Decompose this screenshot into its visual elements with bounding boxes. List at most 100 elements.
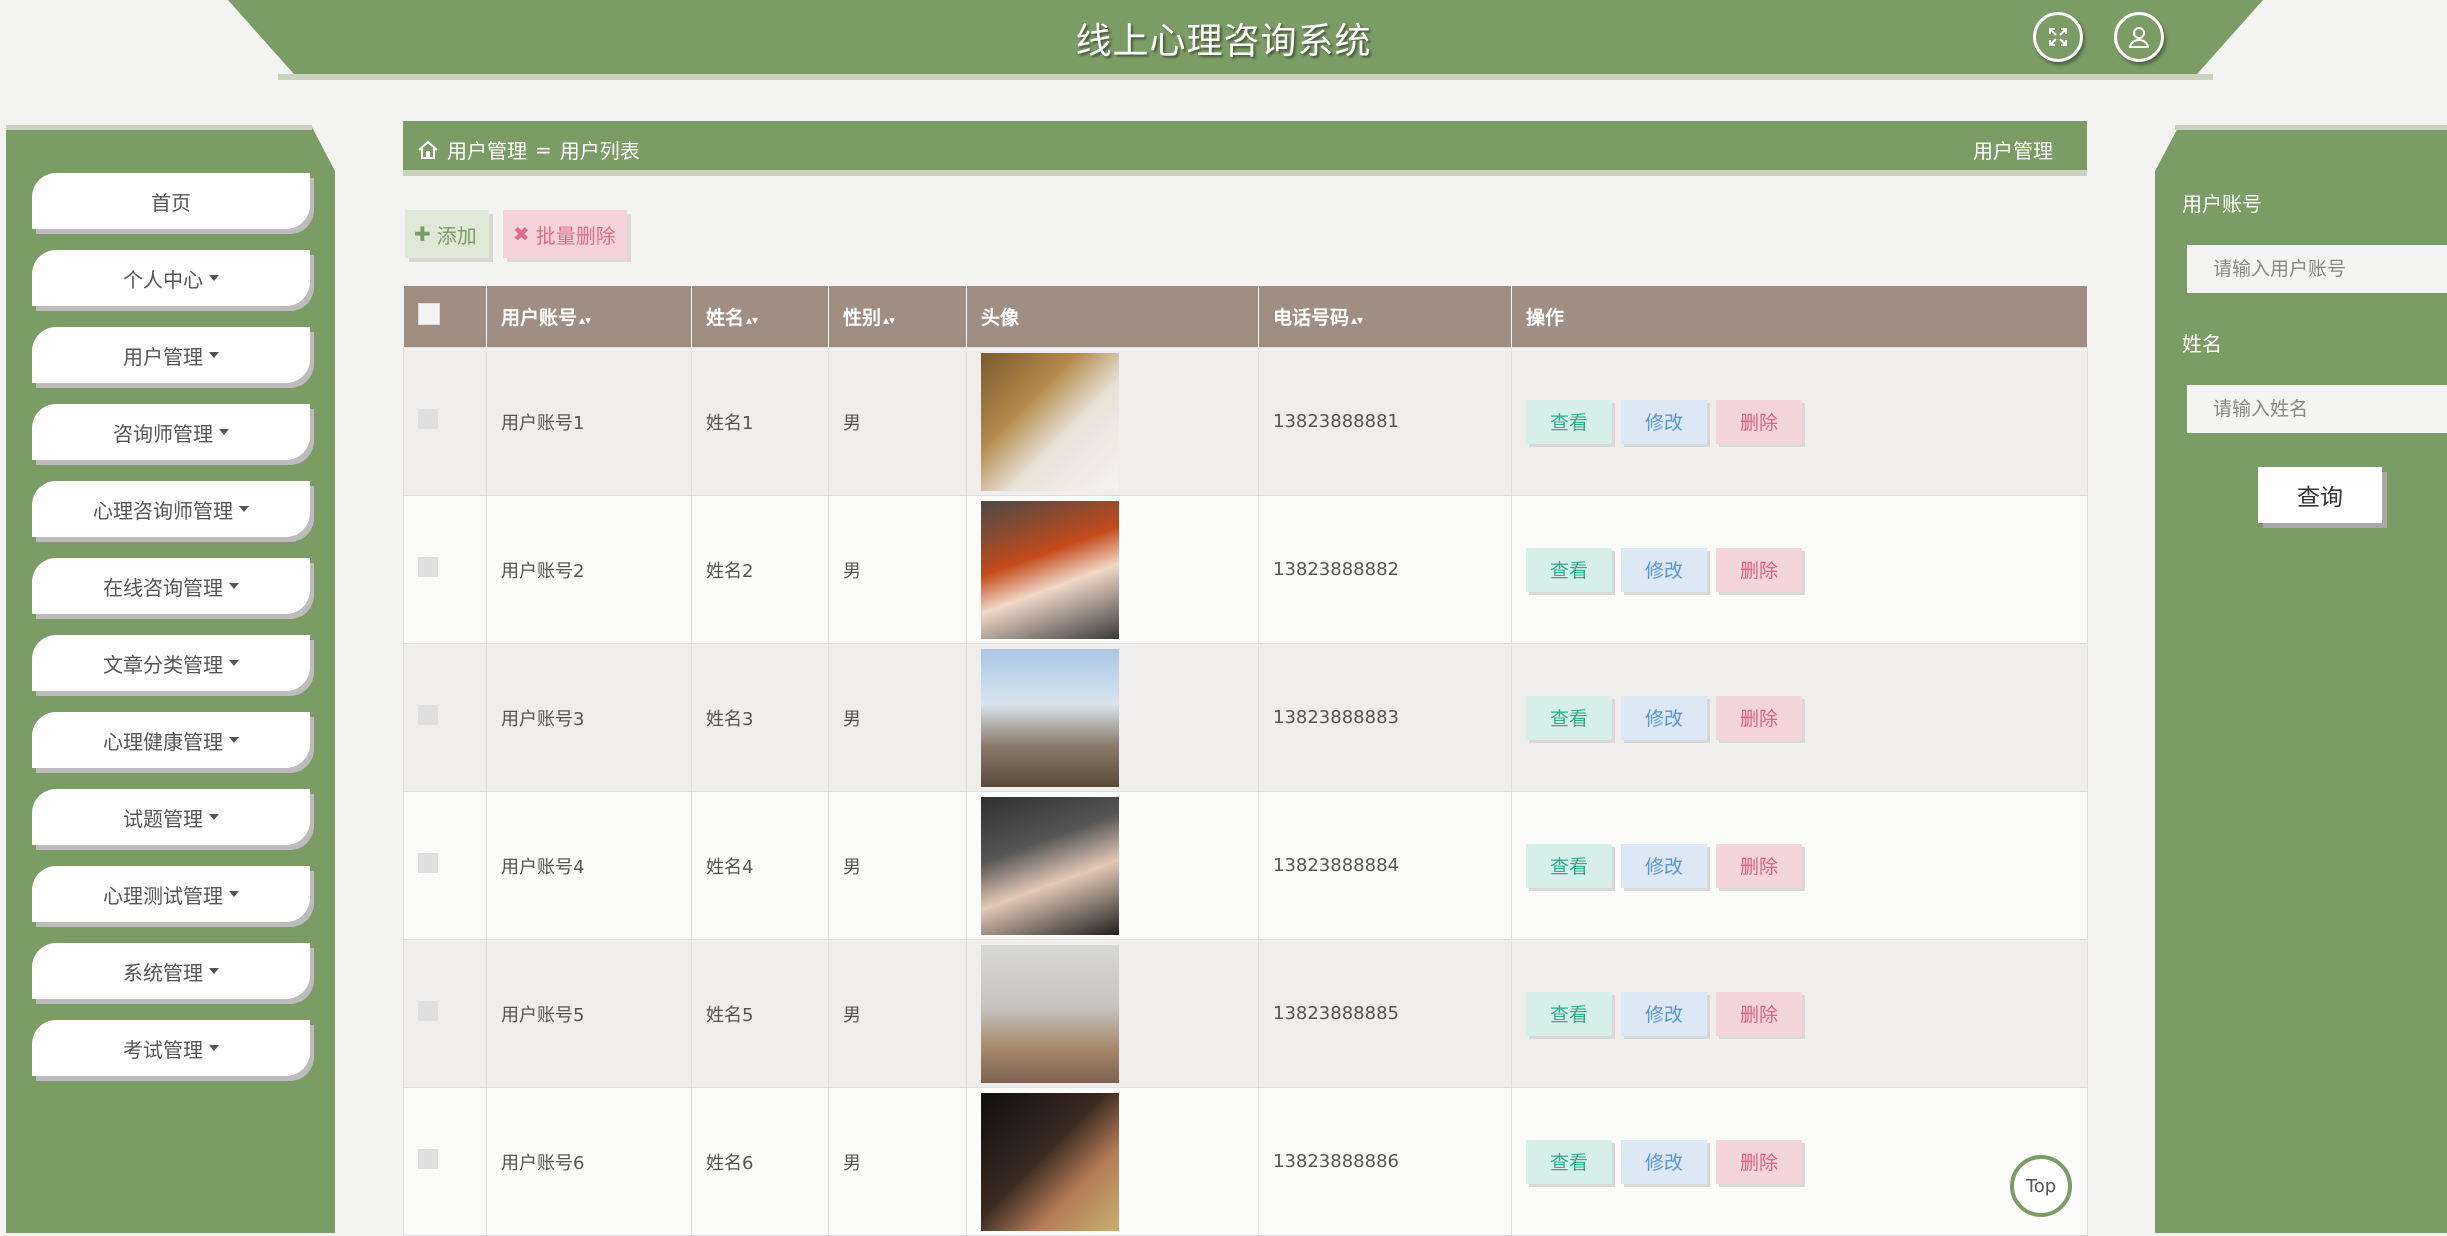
delete-button[interactable]: 删除 bbox=[1716, 547, 1802, 592]
table-row: 用户账号5 姓名5 男 13823888885 查看 修改 删除 bbox=[403, 939, 2088, 1088]
row-checkbox[interactable] bbox=[418, 1001, 438, 1021]
sidebar-item-label: 在线咨询管理 bbox=[103, 575, 223, 600]
name-search-label: 姓名 bbox=[2182, 332, 2222, 356]
phone-cell: 13823888882 bbox=[1258, 495, 1512, 644]
row-checkbox[interactable] bbox=[418, 705, 438, 725]
sidebar-item[interactable]: 文章分类管理 bbox=[32, 635, 310, 691]
table-row: 用户账号2 姓名2 男 13823888882 查看 修改 删除 bbox=[403, 495, 2088, 644]
name-cell: 姓名3 bbox=[691, 643, 829, 792]
chevron-down-icon bbox=[229, 660, 239, 666]
avatar-cell bbox=[966, 1087, 1259, 1236]
table-row: 用户账号4 姓名4 男 13823888884 查看 修改 删除 bbox=[403, 791, 2088, 940]
sidebar-item[interactable]: 用户管理 bbox=[32, 327, 310, 383]
edit-button[interactable]: 修改 bbox=[1621, 843, 1707, 888]
home-icon[interactable] bbox=[417, 139, 439, 161]
phone-cell: 13823888883 bbox=[1258, 643, 1512, 792]
account-search-label: 用户账号 bbox=[2182, 192, 2262, 216]
row-select-cell bbox=[403, 643, 487, 792]
sidebar-item[interactable]: 心理咨询师管理 bbox=[32, 481, 310, 537]
sidebar-item[interactable]: 在线咨询管理 bbox=[32, 558, 310, 614]
column-header-gender[interactable]: 性别 ▴▾ bbox=[828, 286, 967, 348]
actions-cell: 查看 修改 删除 bbox=[1511, 643, 2088, 792]
actions-cell: 查看 修改 删除 bbox=[1511, 495, 2088, 644]
sidebar-item-label: 考试管理 bbox=[123, 1037, 203, 1062]
user-icon bbox=[2128, 27, 2150, 48]
sidebar-item[interactable]: 系统管理 bbox=[32, 943, 310, 999]
user-avatar-button[interactable] bbox=[2114, 12, 2164, 62]
sidebar-item[interactable]: 个人中心 bbox=[32, 250, 310, 306]
fullscreen-icon bbox=[2049, 28, 2067, 46]
back-to-top-button[interactable]: Top bbox=[2010, 1155, 2072, 1217]
name-cell: 姓名1 bbox=[691, 347, 829, 496]
breadcrumb-item-user-management[interactable]: 用户管理 bbox=[447, 135, 527, 164]
view-button[interactable]: 查看 bbox=[1526, 547, 1612, 592]
add-button-label: 添加 bbox=[436, 223, 477, 248]
sidebar-item[interactable]: 试题管理 bbox=[32, 789, 310, 845]
sidebar-item-label: 心理测试管理 bbox=[103, 883, 223, 908]
view-button[interactable]: 查看 bbox=[1526, 695, 1612, 740]
avatar-cell bbox=[966, 643, 1259, 792]
view-button[interactable]: 查看 bbox=[1526, 1139, 1612, 1184]
sidebar-item[interactable]: 心理测试管理 bbox=[32, 866, 310, 922]
gender-cell: 男 bbox=[828, 939, 967, 1088]
column-header-phone[interactable]: 电话号码 ▴▾ bbox=[1258, 286, 1512, 348]
plus-icon: ✚ bbox=[414, 222, 431, 246]
batch-delete-label: 批量删除 bbox=[535, 223, 616, 248]
row-checkbox[interactable] bbox=[418, 409, 438, 429]
column-header-account[interactable]: 用户账号 ▴▾ bbox=[486, 286, 692, 348]
edit-button[interactable]: 修改 bbox=[1621, 399, 1707, 444]
breadcrumb-trail: 用户管理 = 用户列表 bbox=[417, 135, 640, 164]
row-checkbox[interactable] bbox=[418, 557, 438, 577]
breadcrumb-page-title: 用户管理 bbox=[1973, 139, 2053, 163]
add-button[interactable]: ✚ 添加 bbox=[405, 210, 489, 258]
sidebar-item[interactable]: 考试管理 bbox=[32, 1020, 310, 1076]
delete-button[interactable]: 删除 bbox=[1716, 695, 1802, 740]
delete-button[interactable]: 删除 bbox=[1716, 991, 1802, 1036]
view-button[interactable]: 查看 bbox=[1526, 399, 1612, 444]
table-row: 用户账号6 姓名6 男 13823888886 查看 修改 删除 bbox=[403, 1087, 2088, 1236]
avatar bbox=[981, 796, 1119, 935]
view-button[interactable]: 查看 bbox=[1526, 843, 1612, 888]
edit-button[interactable]: 修改 bbox=[1621, 547, 1707, 592]
edit-button[interactable]: 修改 bbox=[1621, 991, 1707, 1036]
row-select-cell bbox=[403, 939, 487, 1088]
name-search-input[interactable] bbox=[2187, 385, 2447, 433]
delete-button[interactable]: 删除 bbox=[1716, 843, 1802, 888]
query-button[interactable]: 查询 bbox=[2258, 467, 2382, 523]
delete-button[interactable]: 删除 bbox=[1716, 1139, 1802, 1184]
account-search-input[interactable] bbox=[2187, 245, 2447, 293]
row-select-cell bbox=[403, 347, 487, 496]
edit-button[interactable]: 修改 bbox=[1621, 1139, 1707, 1184]
name-cell: 姓名2 bbox=[691, 495, 829, 644]
sidebar-item[interactable]: 首页 bbox=[32, 173, 310, 229]
gender-cell: 男 bbox=[828, 1087, 967, 1236]
chevron-down-icon bbox=[229, 737, 239, 743]
gender-cell: 男 bbox=[828, 643, 967, 792]
breadcrumb-item-user-list: 用户列表 bbox=[559, 139, 640, 163]
view-button[interactable]: 查看 bbox=[1526, 991, 1612, 1036]
select-all-checkbox[interactable] bbox=[417, 303, 440, 325]
account-cell: 用户账号6 bbox=[486, 1087, 692, 1236]
chevron-down-icon bbox=[239, 506, 249, 512]
chevron-down-icon bbox=[209, 352, 219, 358]
name-cell: 姓名4 bbox=[691, 791, 829, 940]
avatar bbox=[981, 352, 1119, 491]
fullscreen-button[interactable] bbox=[2033, 12, 2083, 62]
account-cell: 用户账号1 bbox=[486, 347, 692, 496]
actions-cell: 查看 修改 删除 bbox=[1511, 791, 2088, 940]
column-header-name[interactable]: 姓名 ▴▾ bbox=[691, 286, 829, 348]
chevron-down-icon bbox=[209, 275, 219, 281]
sort-icon: ▴▾ bbox=[579, 313, 592, 327]
row-checkbox[interactable] bbox=[418, 853, 438, 873]
sidebar-item[interactable]: 咨询师管理 bbox=[32, 404, 310, 460]
row-checkbox[interactable] bbox=[418, 1149, 438, 1169]
sidebar-topline bbox=[6, 125, 312, 130]
chevron-down-icon bbox=[209, 1045, 219, 1051]
edit-button[interactable]: 修改 bbox=[1621, 695, 1707, 740]
delete-button[interactable]: 删除 bbox=[1716, 399, 1802, 444]
batch-delete-button[interactable]: ✖ 批量删除 bbox=[503, 210, 627, 258]
select-all-cell bbox=[403, 286, 487, 348]
sidebar-item[interactable]: 心理健康管理 bbox=[32, 712, 310, 768]
account-cell: 用户账号2 bbox=[486, 495, 692, 644]
sidebar-item-label: 心理健康管理 bbox=[103, 729, 223, 754]
